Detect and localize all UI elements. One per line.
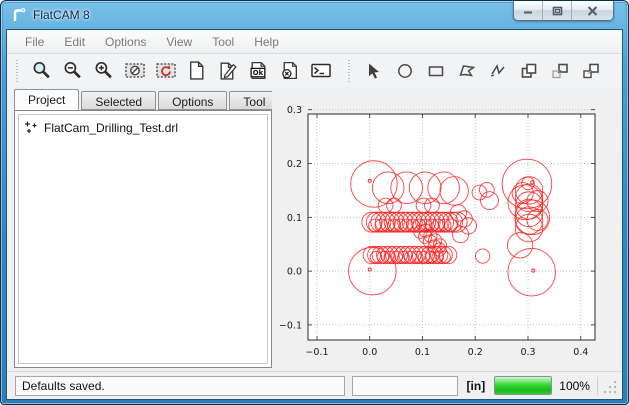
new-document-icon [186, 60, 207, 81]
status-field-2 [352, 376, 458, 396]
drill-plot[interactable]: −0.1 0.0 0.1 0.2 0.3 0.4 −0.1 0.0 0.1 0.2 0.3 [272, 89, 628, 367]
cancel-edit-button[interactable] [275, 57, 304, 85]
svg-text:0.1: 0.1 [287, 213, 302, 224]
status-message: Defaults saved. [15, 376, 345, 396]
union-tool-button[interactable] [514, 57, 543, 85]
resize-grip[interactable] [605, 377, 618, 395]
update-edit-ok-button[interactable]: Ok [244, 57, 273, 85]
copy-objects-button[interactable] [545, 57, 574, 85]
menu-options[interactable]: Options [95, 32, 156, 52]
clear-plot-icon [124, 60, 146, 81]
menu-help[interactable]: Help [244, 32, 289, 52]
svg-text:0.3: 0.3 [520, 347, 535, 358]
select-tool-button[interactable] [359, 57, 388, 85]
window-controls [513, 1, 614, 21]
menubar: File Edit Options View Tool Help [7, 30, 622, 54]
svg-text:0.4: 0.4 [573, 347, 588, 358]
statusbar-separator [597, 377, 598, 395]
polygon-tool-button[interactable] [452, 57, 481, 85]
close-icon [587, 6, 598, 16]
window-title: FlatCAM 8 [33, 8, 90, 22]
main-content: Project Selected Options Tool [7, 87, 622, 371]
circle-tool-button[interactable] [390, 57, 419, 85]
move-objects-button[interactable] [576, 57, 605, 85]
zoom-fit-icon [31, 60, 52, 81]
zoom-in-icon [93, 60, 114, 81]
svg-text:0.3: 0.3 [287, 105, 302, 116]
zoom-fit-button[interactable] [27, 57, 56, 85]
select-cursor-icon [364, 61, 384, 81]
statusbar: Defaults saved. [in] 100% [7, 371, 622, 399]
menu-view[interactable]: View [156, 32, 202, 52]
copy-objects-icon [550, 61, 570, 81]
shell-icon [310, 60, 332, 81]
toolbar: Ok [7, 54, 622, 87]
edit-document-button[interactable] [213, 57, 242, 85]
app-window: FlatCAM 8 File Edit Options View Tool He… [0, 0, 629, 405]
svg-text:−0.1: −0.1 [279, 320, 302, 331]
zoom-out-icon [62, 60, 83, 81]
svg-text:0.0: 0.0 [362, 347, 377, 358]
tab-selected[interactable]: Selected [81, 91, 156, 110]
svg-text:0.2: 0.2 [287, 159, 302, 170]
new-document-button[interactable] [182, 57, 211, 85]
menu-file[interactable]: File [15, 32, 54, 52]
edit-document-icon [217, 60, 238, 81]
zoom-in-button[interactable] [89, 57, 118, 85]
progress-bar [494, 376, 552, 395]
svg-text:0.2: 0.2 [468, 347, 483, 358]
menu-edit[interactable]: Edit [54, 32, 95, 52]
flatcam-logo-icon [10, 6, 28, 24]
tree-item-drill-file[interactable]: FlatCam_Drilling_Test.drl [21, 119, 265, 136]
project-tree[interactable]: FlatCam_Drilling_Test.drl [14, 110, 272, 368]
toolbar-grip-2[interactable] [347, 60, 351, 82]
union-tool-icon [519, 61, 539, 81]
close-button[interactable] [572, 1, 613, 20]
maximize-button[interactable] [543, 1, 572, 20]
polygon-tool-icon [457, 61, 477, 81]
minimize-button[interactable] [514, 1, 543, 20]
progress-fill [495, 377, 551, 394]
drill-file-icon [24, 120, 39, 135]
move-objects-icon [581, 61, 601, 81]
circle-tool-icon [395, 61, 415, 81]
plot-area[interactable]: −0.1 0.0 0.1 0.2 0.3 0.4 −0.1 0.0 0.1 0.2 0.3 [272, 89, 618, 368]
replot-icon [155, 60, 177, 81]
menu-tool[interactable]: Tool [202, 32, 244, 52]
tab-options[interactable]: Options [158, 91, 227, 110]
units-label: [in] [465, 379, 488, 393]
titlebar[interactable]: FlatCAM 8 [1, 1, 628, 29]
rectangle-tool-icon [426, 61, 446, 81]
clear-plot-button[interactable] [120, 57, 149, 85]
svg-text:−0.1: −0.1 [305, 347, 328, 358]
shell-button[interactable] [306, 57, 335, 85]
tab-bar: Project Selected Options Tool [14, 89, 272, 110]
path-tool-button[interactable] [483, 57, 512, 85]
svg-text:0.0: 0.0 [287, 267, 302, 278]
rectangle-tool-button[interactable] [421, 57, 450, 85]
tab-project[interactable]: Project [14, 89, 79, 110]
toolbar-grip[interactable] [15, 60, 19, 82]
minimize-icon [523, 6, 533, 15]
edit-ok-icon: Ok [248, 60, 269, 81]
maximize-icon [552, 6, 563, 16]
tree-item-label: FlatCam_Drilling_Test.drl [44, 121, 178, 135]
progress-percent: 100% [559, 379, 590, 393]
svg-text:Ok: Ok [253, 69, 264, 77]
replot-button[interactable] [151, 57, 180, 85]
svg-text:0.1: 0.1 [415, 347, 430, 358]
path-tool-icon [488, 61, 508, 81]
zoom-out-button[interactable] [58, 57, 87, 85]
cancel-edit-icon [279, 60, 300, 81]
